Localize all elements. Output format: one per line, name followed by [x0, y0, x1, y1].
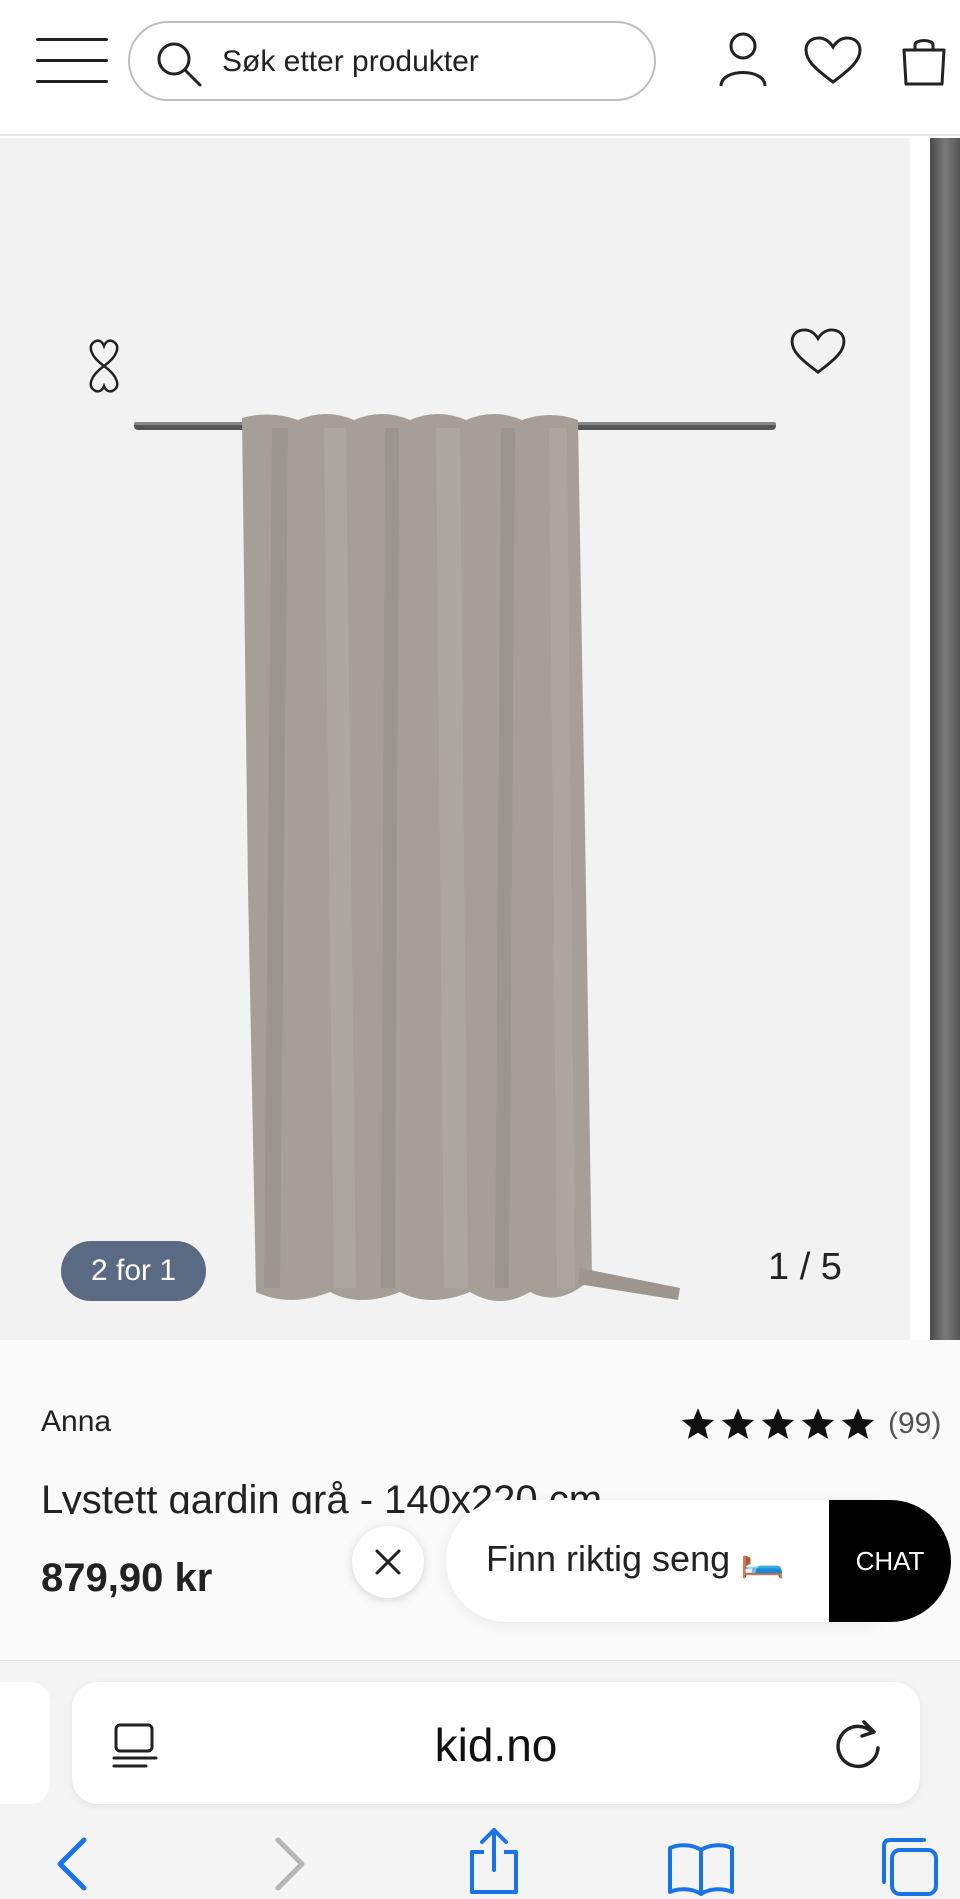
search-icon [157, 42, 202, 87]
product-image [134, 414, 776, 1301]
star-icon [801, 1408, 835, 1439]
star-icon [761, 1408, 795, 1439]
product-brand[interactable]: Anna [41, 1405, 111, 1439]
image-counter: 1 / 5 [768, 1246, 842, 1288]
review-count: (99) [888, 1407, 942, 1440]
close-icon [375, 1549, 401, 1575]
menu-icon[interactable] [36, 38, 108, 84]
chat-button[interactable]: CHAT [829, 1500, 951, 1622]
tabs-icon[interactable] [876, 1834, 940, 1898]
chat-close-button[interactable] [352, 1526, 424, 1598]
search-bar[interactable] [128, 21, 656, 101]
chat-prompt-bubble[interactable]: Finn riktig seng 🛏️ [446, 1500, 876, 1622]
next-image-peek[interactable] [930, 138, 960, 1340]
chat-prompt-text: Finn riktig seng 🛏️ [486, 1538, 785, 1579]
star-icon [841, 1408, 875, 1439]
promo-badge: 2 for 1 [61, 1241, 207, 1301]
star-icon [681, 1408, 715, 1439]
address-bar[interactable]: kid.no [72, 1682, 920, 1804]
product-price: 879,90 kr [41, 1556, 213, 1600]
add-to-wishlist-heart-icon[interactable] [790, 328, 846, 376]
forward-arrow-icon[interactable] [272, 1836, 308, 1892]
shopping-bag-icon[interactable] [900, 34, 948, 88]
site-header [0, 0, 960, 136]
share-icon[interactable] [464, 1826, 524, 1896]
product-image-gallery[interactable] [0, 138, 910, 1340]
star-icon [721, 1408, 755, 1439]
search-input[interactable] [222, 37, 632, 87]
back-arrow-icon[interactable] [54, 1836, 90, 1892]
wishlist-heart-icon[interactable] [804, 36, 862, 86]
account-icon[interactable] [718, 30, 768, 88]
rating-stars[interactable]: (99) [680, 1402, 941, 1446]
reload-icon[interactable] [834, 1718, 884, 1770]
previous-tab-peek[interactable] [0, 1682, 50, 1804]
compare-icon[interactable] [84, 338, 124, 394]
bookmarks-icon[interactable] [666, 1840, 736, 1896]
url-text: kid.no [434, 1719, 558, 1771]
